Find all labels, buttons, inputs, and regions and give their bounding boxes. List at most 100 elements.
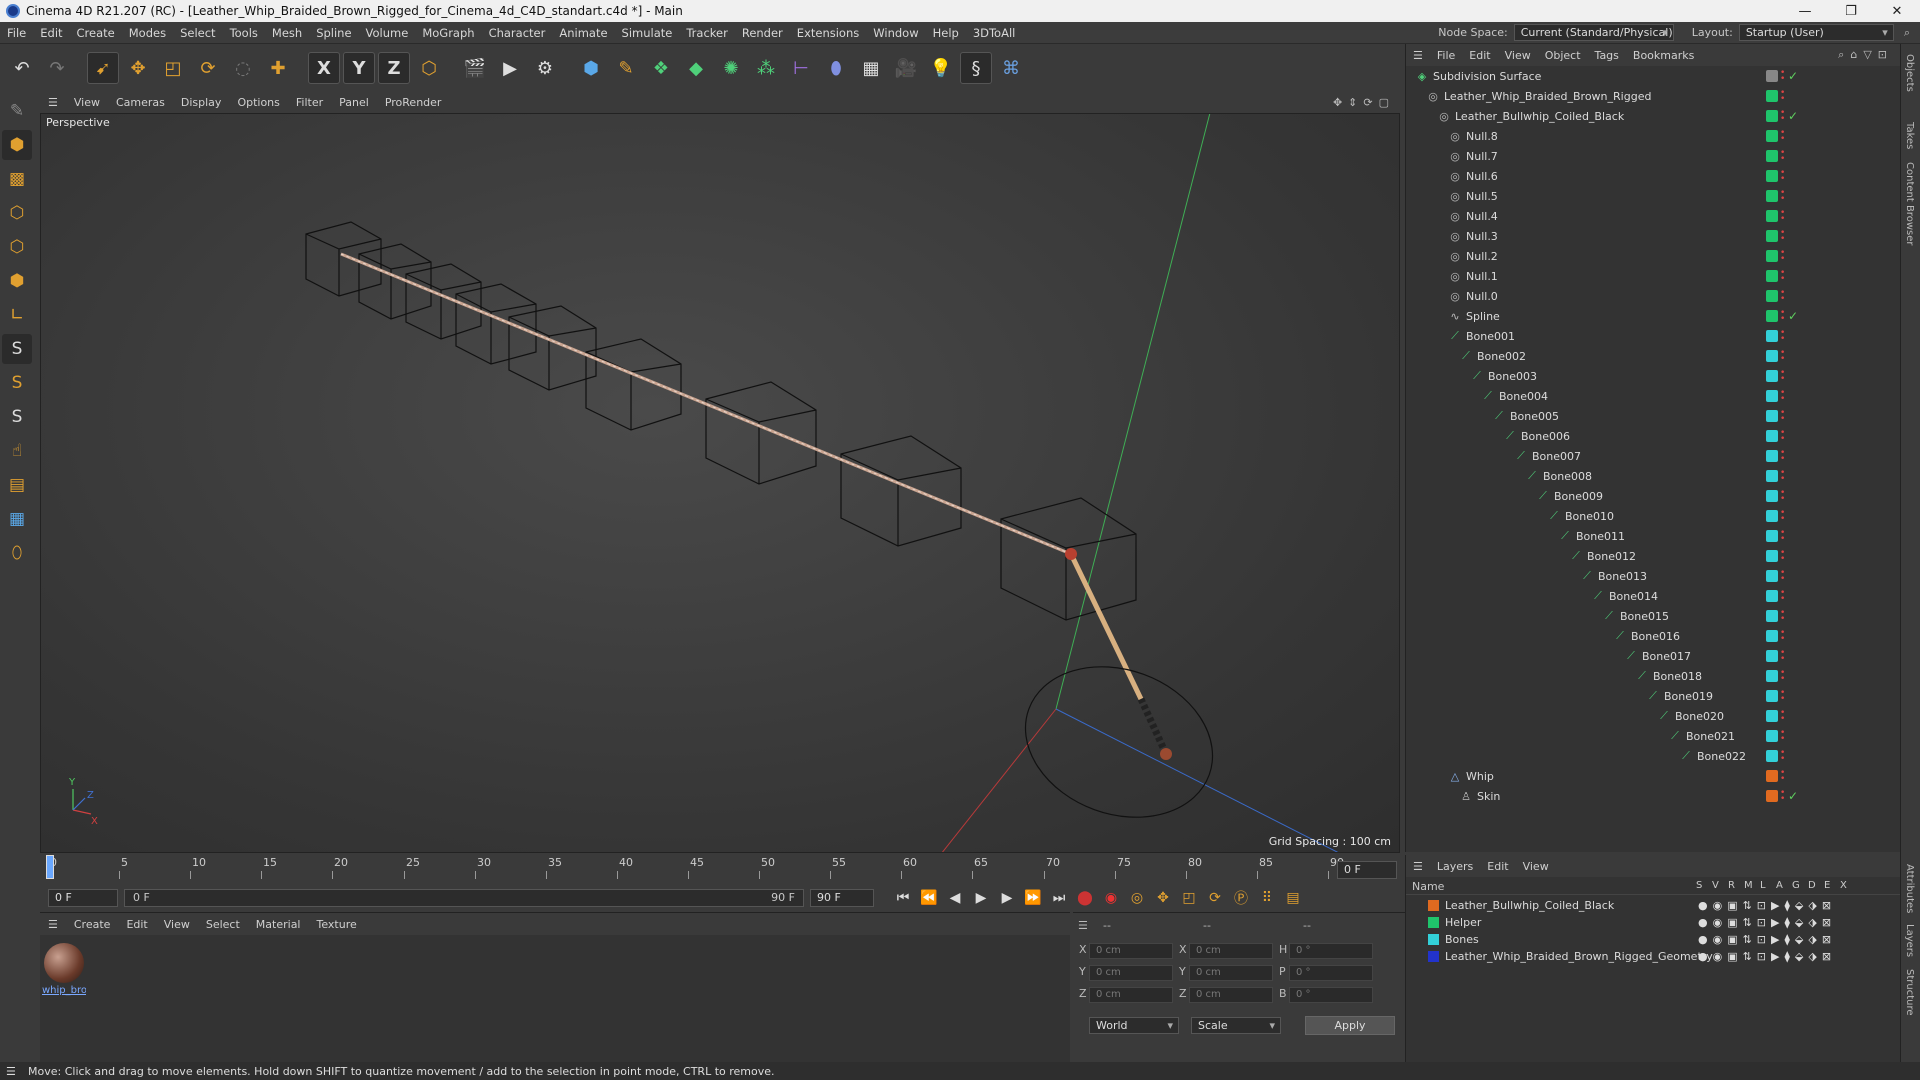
menu-simulate[interactable]: Simulate [615, 26, 680, 40]
menu-spline[interactable]: Spline [309, 26, 358, 40]
layer-color-swatch[interactable] [1766, 450, 1778, 462]
object-row[interactable]: ◈ Subdivision Surface • • ✓ [1406, 66, 1901, 86]
menu-window[interactable]: Window [866, 26, 925, 40]
prev-key-icon[interactable]: ⏪ [916, 887, 942, 909]
record-icon[interactable]: ⬤ [1072, 887, 1098, 909]
visibility-dots-icon[interactable]: • • [1780, 749, 1785, 764]
timeline-window-icon[interactable]: ▤ [1280, 887, 1306, 909]
object-row[interactable]: ⟋ Bone019 • • [1406, 686, 1901, 706]
layer-color-swatch[interactable] [1766, 370, 1778, 382]
tab-objects[interactable]: Objects [1904, 54, 1915, 92]
undo-icon[interactable]: ↶ [6, 52, 38, 84]
pen-icon[interactable]: ✎ [610, 52, 642, 84]
layer-flag-toggles[interactable]: ●◉▣⇅⊡▶⧫⬙⬗⊠ [1698, 950, 1836, 963]
layer-color-swatch[interactable] [1428, 917, 1439, 928]
key-rotation-icon[interactable]: ⟳ [1202, 887, 1228, 909]
snap-icon[interactable]: S [2, 334, 32, 364]
layer-color-swatch[interactable] [1766, 590, 1778, 602]
object-menu-tags[interactable]: Tags [1588, 49, 1626, 62]
object-row[interactable]: ⟋ Bone020 • • [1406, 706, 1901, 726]
visibility-dots-icon[interactable]: • • [1780, 209, 1785, 224]
menu-render[interactable]: Render [735, 26, 790, 40]
visibility-dots-icon[interactable]: • • [1780, 569, 1785, 584]
object-row[interactable]: ⟋ Bone018 • • [1406, 666, 1901, 686]
layer-row[interactable]: Bones ●◉▣⇅⊡▶⧫⬙⬗⊠ [1406, 931, 1901, 948]
polygons-mode-icon[interactable]: ⬢ [2, 266, 32, 296]
camera-icon[interactable]: 🎥 [890, 52, 922, 84]
tweak-mode-icon[interactable]: ☝ [2, 436, 32, 466]
object-row[interactable]: ⟋ Bone001 • • [1406, 326, 1901, 346]
layer-color-swatch[interactable] [1766, 710, 1778, 722]
viewport-menu-options[interactable]: Options [229, 96, 287, 109]
viewport-menu-prorender[interactable]: ProRender [377, 96, 450, 109]
object-row[interactable]: ◎ Null.2 • • [1406, 246, 1901, 266]
layer-color-swatch[interactable] [1766, 70, 1778, 82]
layer-color-swatch[interactable] [1766, 210, 1778, 222]
layer-color-swatch[interactable] [1766, 430, 1778, 442]
visibility-dots-icon[interactable]: • • [1780, 329, 1785, 344]
layer-color-swatch[interactable] [1766, 670, 1778, 682]
layer-color-swatch[interactable] [1766, 330, 1778, 342]
visibility-dots-icon[interactable]: • • [1780, 629, 1785, 644]
object-row[interactable]: ⟋ Bone006 • • [1406, 426, 1901, 446]
enabled-check-icon[interactable]: ✓ [1788, 109, 1798, 123]
layer-color-swatch[interactable] [1766, 630, 1778, 642]
subdivision-icon[interactable]: ❖ [645, 52, 677, 84]
coord-position-field[interactable]: 0 cm [1089, 965, 1173, 981]
menu-tools[interactable]: Tools [223, 26, 265, 40]
layer-color-swatch[interactable] [1766, 150, 1778, 162]
visibility-dots-icon[interactable]: • • [1780, 169, 1785, 184]
menu-3dtoall[interactable]: 3DToAll [966, 26, 1023, 40]
viewport-menu-display[interactable]: Display [173, 96, 230, 109]
object-row[interactable]: ⟋ Bone014 • • [1406, 586, 1901, 606]
key-position-icon[interactable]: ✥ [1150, 887, 1176, 909]
status-hamburger-icon[interactable]: ☰ [6, 1065, 16, 1078]
y-axis-button[interactable]: Y [343, 52, 375, 84]
visibility-dots-icon[interactable]: • • [1780, 289, 1785, 304]
workplane-icon[interactable]: ▤ [2, 470, 32, 500]
material-menu-create[interactable]: Create [66, 918, 119, 931]
material-menu-material[interactable]: Material [248, 918, 309, 931]
layer-hamburger-icon[interactable]: ☰ [1406, 860, 1430, 873]
coord-position-field[interactable]: 0 cm [1089, 987, 1173, 1003]
model-mode-icon[interactable]: ⬢ [2, 130, 32, 160]
layer-row[interactable]: Leather_Whip_Braided_Brown_Rigged_Geomet… [1406, 948, 1901, 965]
key-pla-icon[interactable]: ⠿ [1254, 887, 1280, 909]
layer-color-swatch[interactable] [1766, 750, 1778, 762]
coord-position-field[interactable]: 0 cm [1089, 943, 1173, 959]
layer-menu-edit[interactable]: Edit [1480, 860, 1515, 873]
layer-row[interactable]: Helper ●◉▣⇅⊡▶⧫⬙⬗⊠ [1406, 914, 1901, 931]
python-icon[interactable]: ⌘ [995, 52, 1027, 84]
start-frame-field[interactable]: 0 F [48, 889, 118, 907]
object-hamburger-icon[interactable]: ☰ [1406, 49, 1430, 62]
rotate-icon[interactable]: ⟳ [192, 52, 224, 84]
object-row[interactable]: ◎ Null.8 • • [1406, 126, 1901, 146]
search-icon[interactable]: ⌕ [1904, 26, 1910, 40]
layer-color-swatch[interactable] [1766, 270, 1778, 282]
layer-color-swatch[interactable] [1766, 490, 1778, 502]
layer-color-swatch[interactable] [1766, 470, 1778, 482]
layer-flag-toggles[interactable]: ●◉▣⇅⊡▶⧫⬙⬗⊠ [1698, 933, 1836, 946]
visibility-dots-icon[interactable]: • • [1780, 609, 1785, 624]
viewport-nav-icons[interactable]: ✥⇕⟳▢ [1333, 96, 1395, 109]
layer-color-swatch[interactable] [1766, 570, 1778, 582]
visibility-dots-icon[interactable]: • • [1780, 529, 1785, 544]
object-menu-edit[interactable]: Edit [1462, 49, 1497, 62]
layer-color-swatch[interactable] [1766, 190, 1778, 202]
viewport-menu-panel[interactable]: Panel [331, 96, 377, 109]
play-icon[interactable]: ▶ [968, 887, 994, 909]
visibility-dots-icon[interactable]: • • [1780, 509, 1785, 524]
object-row[interactable]: ◎ Null.5 • • [1406, 186, 1901, 206]
tab-content-browser[interactable]: Content Browser [1904, 162, 1915, 245]
layer-color-swatch[interactable] [1766, 530, 1778, 542]
goto-start-icon[interactable]: ⏮ [890, 887, 916, 909]
tab-layers[interactable]: Layers [1904, 924, 1915, 957]
object-row[interactable]: ◎ Null.6 • • [1406, 166, 1901, 186]
visibility-dots-icon[interactable]: • • [1780, 649, 1785, 664]
visibility-dots-icon[interactable]: • • [1780, 89, 1785, 104]
object-row[interactable]: ⟋ Bone021 • • [1406, 726, 1901, 746]
planar-workplane-icon[interactable]: ⬯ [2, 538, 32, 568]
layer-color-swatch[interactable] [1766, 390, 1778, 402]
axis-mode-icon[interactable]: ∟ [2, 300, 32, 330]
live-select-icon[interactable]: ◌ [227, 52, 259, 84]
